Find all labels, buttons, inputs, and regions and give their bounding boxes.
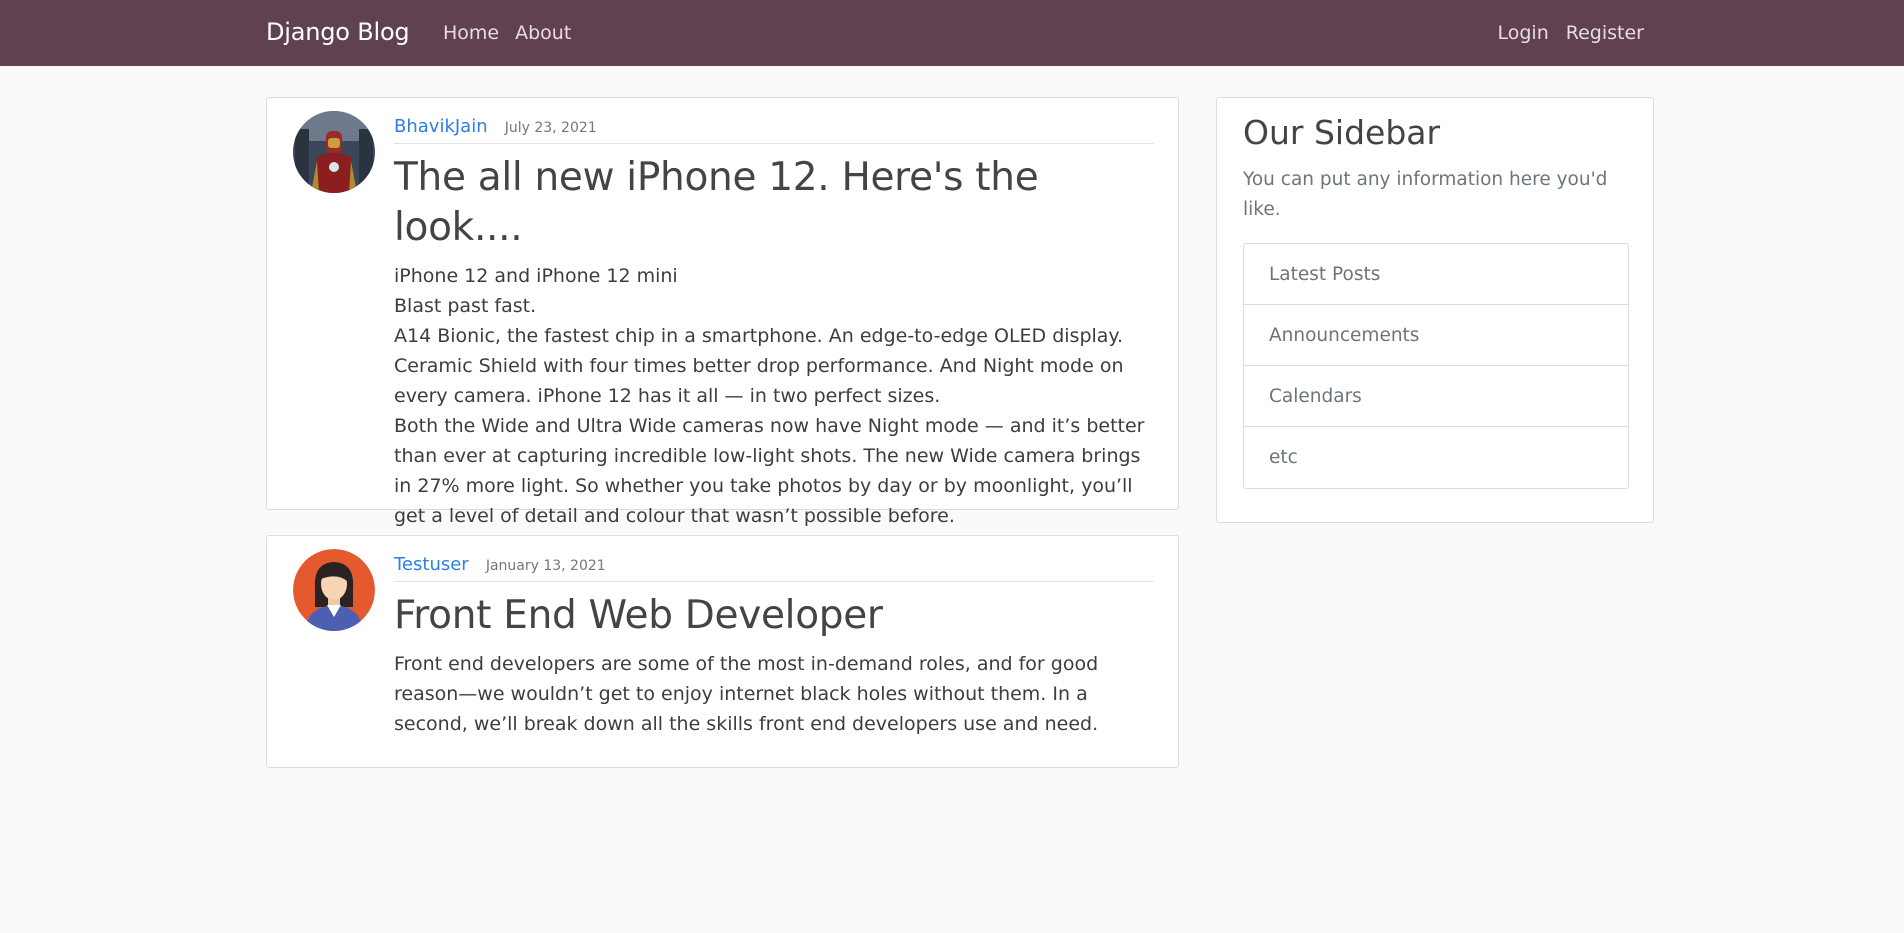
nav-right: Login Register [1498,22,1645,44]
top-navbar: Django Blog Home About Login Register [0,0,1904,66]
author-avatar [293,111,375,193]
post-content: Front end developers are some of the mos… [394,649,1154,739]
post-card: Testuser January 13, 2021 Front End Web … [266,535,1179,768]
post-content-line: A14 Bionic, the fastest chip in a smartp… [394,325,1124,407]
nav-home-link[interactable]: Home [443,22,499,44]
sidebar-item-etc[interactable]: etc [1244,427,1628,488]
nav-register-link[interactable]: Register [1566,22,1644,44]
sidebar: Our Sidebar You can put any information … [1216,97,1654,523]
author-link[interactable]: Testuser [394,554,469,575]
sidebar-list: Latest Posts Announcements Calendars etc [1243,243,1629,489]
post-body: BhavikJain July 23, 2021 The all new iPh… [394,116,1154,531]
post-meta: BhavikJain July 23, 2021 [394,116,1154,144]
avatar-woman-image [293,549,375,631]
post-meta: Testuser January 13, 2021 [394,554,1154,582]
post-content-line: Blast past fast. [394,295,537,317]
post-date: July 23, 2021 [504,120,597,136]
post-content-line: Both the Wide and Ultra Wide cameras now… [394,415,1145,527]
post-date: January 13, 2021 [485,558,606,574]
post-body: Testuser January 13, 2021 Front End Web … [394,554,1154,739]
post-card: BhavikJain July 23, 2021 The all new iPh… [266,97,1179,527]
post-title-link[interactable]: Front End Web Developer [394,591,1154,641]
brand-link[interactable]: Django Blog [266,18,410,46]
sidebar-item-latest-posts[interactable]: Latest Posts [1244,244,1628,305]
nav-about-link[interactable]: About [515,22,571,44]
nav-login-link[interactable]: Login [1498,22,1549,44]
sidebar-title: Our Sidebar [1243,113,1441,152]
sidebar-item-calendars[interactable]: Calendars [1244,366,1628,427]
post-content: iPhone 12 and iPhone 12 mini Blast past … [394,261,1154,531]
post-list: BhavikJain July 23, 2021 The all new iPh… [266,97,1179,793]
sidebar-description: You can put any information here you'd l… [1243,169,1608,220]
avatar-ironman-image [293,111,375,193]
post-content-line: Front end developers are some of the mos… [394,653,1099,735]
nav-left: Home About [443,22,571,44]
post-title-link[interactable]: The all new iPhone 12. Here's the look..… [394,153,1154,253]
author-avatar [293,549,375,631]
author-link[interactable]: BhavikJain [394,116,488,137]
sidebar-item-announcements[interactable]: Announcements [1244,305,1628,366]
post-content-line: iPhone 12 and iPhone 12 mini [394,265,678,287]
